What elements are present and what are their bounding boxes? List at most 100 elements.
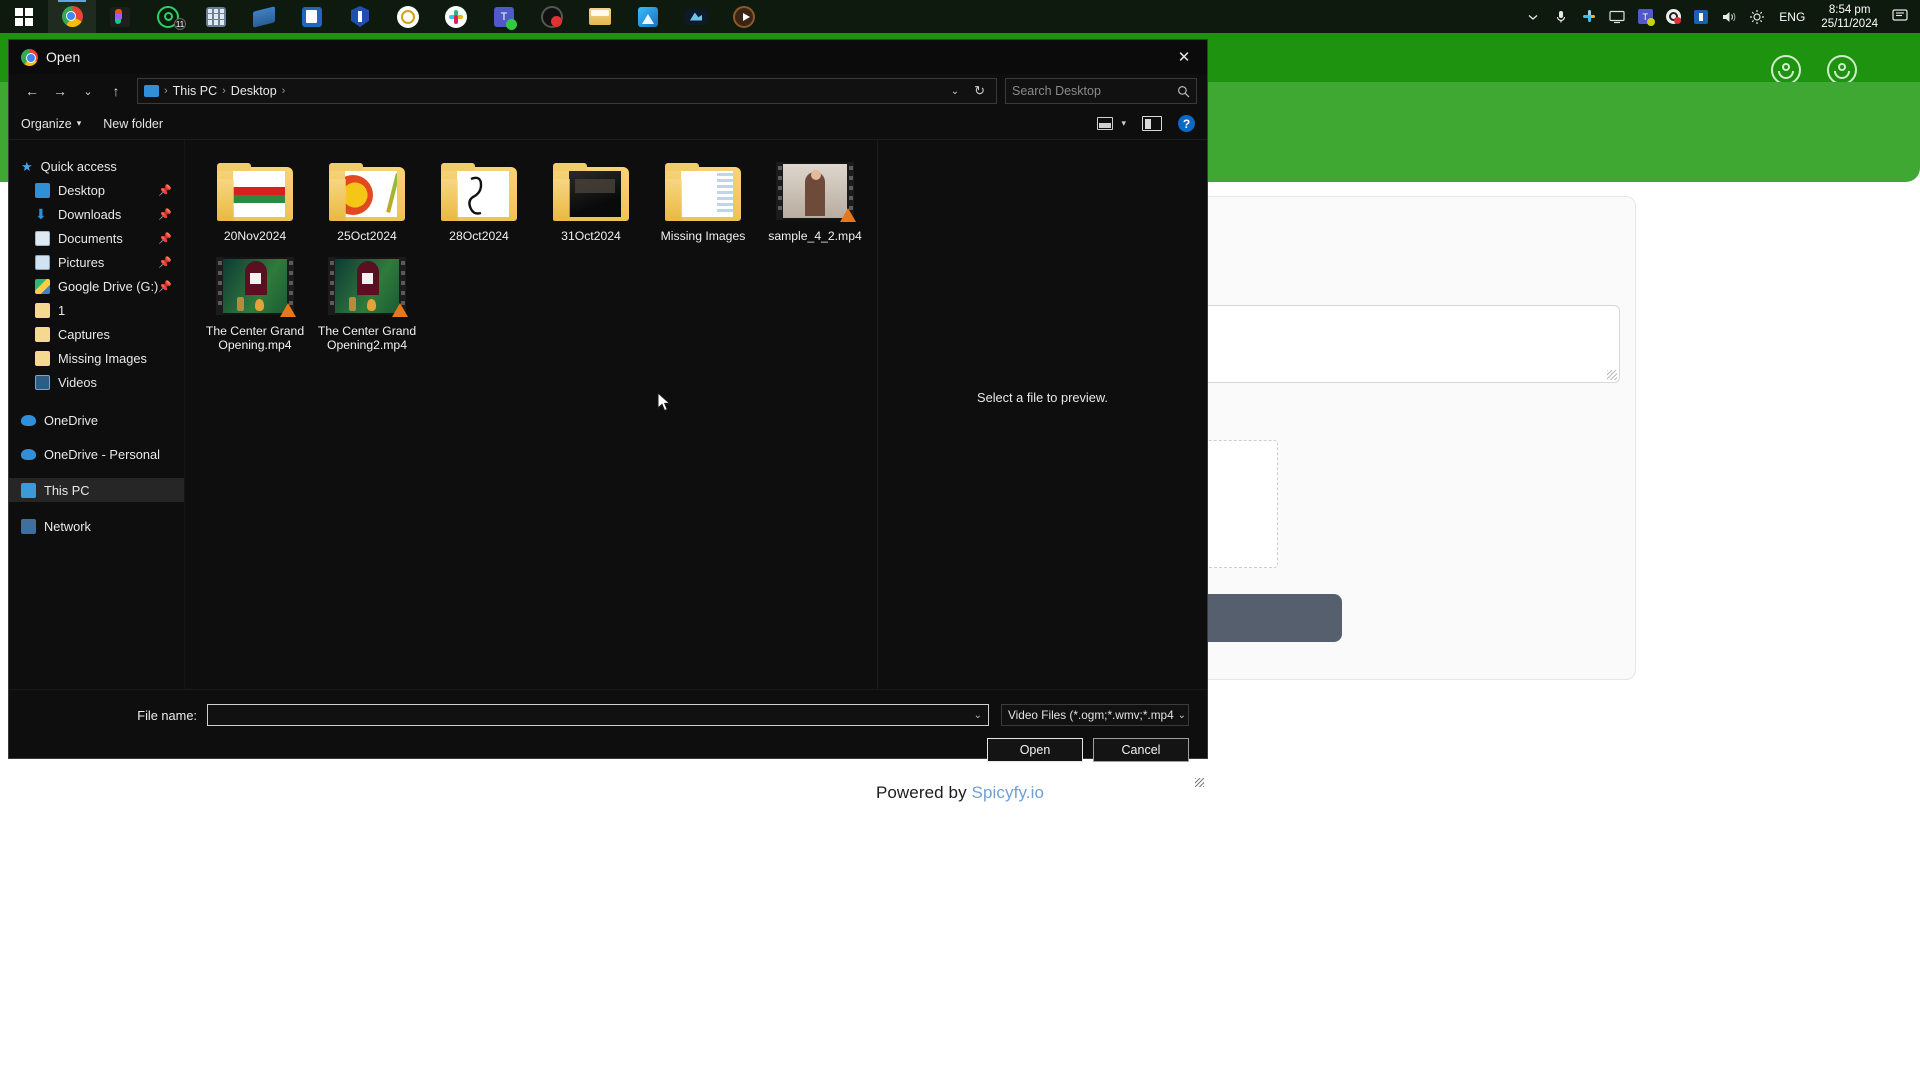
sidebar-item-google-drive[interactable]: Google Drive (G:) 📌: [9, 274, 184, 298]
sidebar-item-desktop[interactable]: Desktop 📌: [9, 178, 184, 202]
taskbar-item-media-player[interactable]: [720, 0, 768, 33]
taskbar-item-slack[interactable]: [432, 0, 480, 33]
tray-brightness[interactable]: [1743, 0, 1771, 33]
taskbar-item-shield[interactable]: [336, 0, 384, 33]
new-folder-button[interactable]: New folder: [103, 117, 163, 131]
file-item-missing-images[interactable]: Missing Images: [647, 158, 759, 243]
taskbar-item-editor[interactable]: [672, 0, 720, 33]
file-list-pane[interactable]: 20Nov2024 25Oct2024 28Oct2024 31Oct2024 …: [185, 140, 1207, 689]
open-button[interactable]: Open: [987, 738, 1083, 762]
back-button[interactable]: ←: [19, 78, 45, 104]
profile-icon[interactable]: [1827, 55, 1857, 85]
sidebar-item-onedrive[interactable]: OneDrive: [9, 408, 184, 432]
dialog-toolbar: Organize ▾ New folder ▾ ?: [9, 108, 1207, 140]
cancel-button[interactable]: Cancel: [1093, 738, 1189, 762]
sidebar-item-videos[interactable]: Videos: [9, 370, 184, 394]
address-dropdown-icon[interactable]: ⌄: [946, 86, 964, 97]
taskbar-item-chrome[interactable]: [48, 0, 96, 33]
dialog-title-bar[interactable]: Open ✕: [9, 40, 1207, 74]
file-item-25oct2024[interactable]: 25Oct2024: [311, 158, 423, 243]
navigation-sidebar: ★ Quick access Desktop 📌 ⬇ Downloads 📌 D…: [9, 140, 185, 689]
pin-icon[interactable]: 📌: [158, 280, 172, 293]
tray-overflow[interactable]: [1519, 0, 1547, 33]
taskbar-item-record[interactable]: [528, 0, 576, 33]
preview-pane-icon[interactable]: [1142, 116, 1162, 131]
search-input[interactable]: Search Desktop: [1005, 78, 1197, 104]
file-thumbnail: [759, 158, 871, 224]
breadcrumb-separator: ›: [164, 85, 168, 97]
close-icon[interactable]: ✕: [1161, 40, 1207, 74]
file-name-input[interactable]: ⌄: [207, 704, 989, 726]
pin-icon[interactable]: 📌: [158, 232, 172, 245]
clock-date: 25/11/2024: [1821, 17, 1878, 30]
file-type-filter-select[interactable]: Video Files (*.ogm;*.wmv;*.mp4 ⌄: [1001, 704, 1189, 726]
pin-icon[interactable]: 📌: [158, 256, 172, 269]
sidebar-item-1[interactable]: 1: [9, 298, 184, 322]
sidebar-item-this-pc[interactable]: This PC: [9, 478, 184, 502]
pin-icon[interactable]: 📌: [158, 208, 172, 221]
taskbar-item-explorer[interactable]: [576, 0, 624, 33]
file-item-sample-4-2-mp4[interactable]: sample_4_2.mp4: [759, 158, 871, 243]
folder-icon: [665, 161, 741, 221]
tray-display[interactable]: [1603, 0, 1631, 33]
file-grid: 20Nov2024 25Oct2024 28Oct2024 31Oct2024 …: [185, 140, 885, 352]
file-item-28oct2024[interactable]: 28Oct2024: [423, 158, 535, 243]
taskbar-item-mail[interactable]: [288, 0, 336, 33]
preview-message: Select a file to preview.: [977, 390, 1108, 405]
view-layout-icon[interactable]: [1097, 117, 1114, 130]
download-icon: ⬇: [35, 205, 47, 222]
taskbar-item-file-transfer[interactable]: [240, 0, 288, 33]
taskbar-item-photos[interactable]: [624, 0, 672, 33]
breadcrumb-item-desktop[interactable]: Desktop: [231, 84, 277, 98]
video-thumbnail: [216, 257, 296, 317]
file-item-20nov2024[interactable]: 20Nov2024: [199, 158, 311, 243]
chevron-down-icon[interactable]: ▾: [1121, 118, 1126, 129]
tray-language[interactable]: ENG: [1771, 10, 1813, 24]
sidebar-item-captures[interactable]: Captures: [9, 322, 184, 346]
forward-button[interactable]: →: [47, 78, 73, 104]
sidebar-item-pictures[interactable]: Pictures 📌: [9, 250, 184, 274]
refresh-icon[interactable]: ↻: [969, 83, 990, 99]
address-bar[interactable]: › This PC › Desktop › ⌄ ↻: [137, 78, 997, 104]
tray-update[interactable]: [1687, 0, 1715, 33]
file-item-31oct2024[interactable]: 31Oct2024: [535, 158, 647, 243]
help-button[interactable]: ?: [1178, 115, 1195, 132]
taskbar-item-whatsapp[interactable]: 11: [144, 0, 192, 33]
taskbar-item-figma[interactable]: [96, 0, 144, 33]
textarea-resize-grip[interactable]: [1607, 370, 1617, 380]
tray-microphone[interactable]: [1547, 0, 1575, 33]
account-icon[interactable]: [1771, 55, 1801, 85]
folder-icon: [217, 161, 293, 221]
sidebar-item-downloads[interactable]: ⬇ Downloads 📌: [9, 202, 184, 226]
up-button[interactable]: ↑: [103, 78, 129, 104]
tray-headset[interactable]: [1659, 0, 1687, 33]
sidebar-item-quick-access[interactable]: ★ Quick access: [9, 154, 184, 178]
taskbar-item-teams[interactable]: T: [480, 0, 528, 33]
onedrive-icon: [21, 448, 36, 460]
dialog-resize-grip[interactable]: [1195, 778, 1204, 787]
tray-slack[interactable]: [1575, 0, 1603, 33]
tray-volume[interactable]: [1715, 0, 1743, 33]
recent-locations-button[interactable]: ⌄: [75, 78, 101, 104]
sidebar-item-documents[interactable]: Documents 📌: [9, 226, 184, 250]
sidebar-item-onedrive-personal[interactable]: OneDrive - Personal: [9, 442, 184, 466]
file-item-the-center-grand-opening-mp4[interactable]: The Center Grand Opening.mp4: [199, 253, 311, 352]
taskbar-clock[interactable]: 8:54 pm 25/11/2024: [1813, 3, 1886, 31]
file-name-label: File name:: [137, 707, 197, 723]
sidebar-item-network[interactable]: Network: [9, 514, 184, 538]
sidebar-item-label: 1: [58, 302, 66, 318]
pin-icon[interactable]: 📌: [158, 184, 172, 197]
onedrive-icon: [21, 414, 36, 426]
tray-teams[interactable]: T: [1631, 0, 1659, 33]
taskbar-item-calculator[interactable]: [192, 0, 240, 33]
breadcrumb-item-this-pc[interactable]: This PC: [173, 84, 217, 98]
organize-button[interactable]: Organize ▾: [21, 117, 81, 131]
notification-icon[interactable]: [1886, 0, 1914, 33]
mail-icon: [302, 6, 322, 27]
start-button[interactable]: [0, 0, 48, 33]
file-item-the-center-grand-opening2-mp4[interactable]: The Center Grand Opening2.mp4: [311, 253, 423, 352]
taskbar-item-1password[interactable]: [384, 0, 432, 33]
sidebar-item-missing-images[interactable]: Missing Images: [9, 346, 184, 370]
chevron-down-icon[interactable]: ⌄: [974, 710, 982, 721]
sidebar-item-label: Network: [44, 518, 91, 534]
